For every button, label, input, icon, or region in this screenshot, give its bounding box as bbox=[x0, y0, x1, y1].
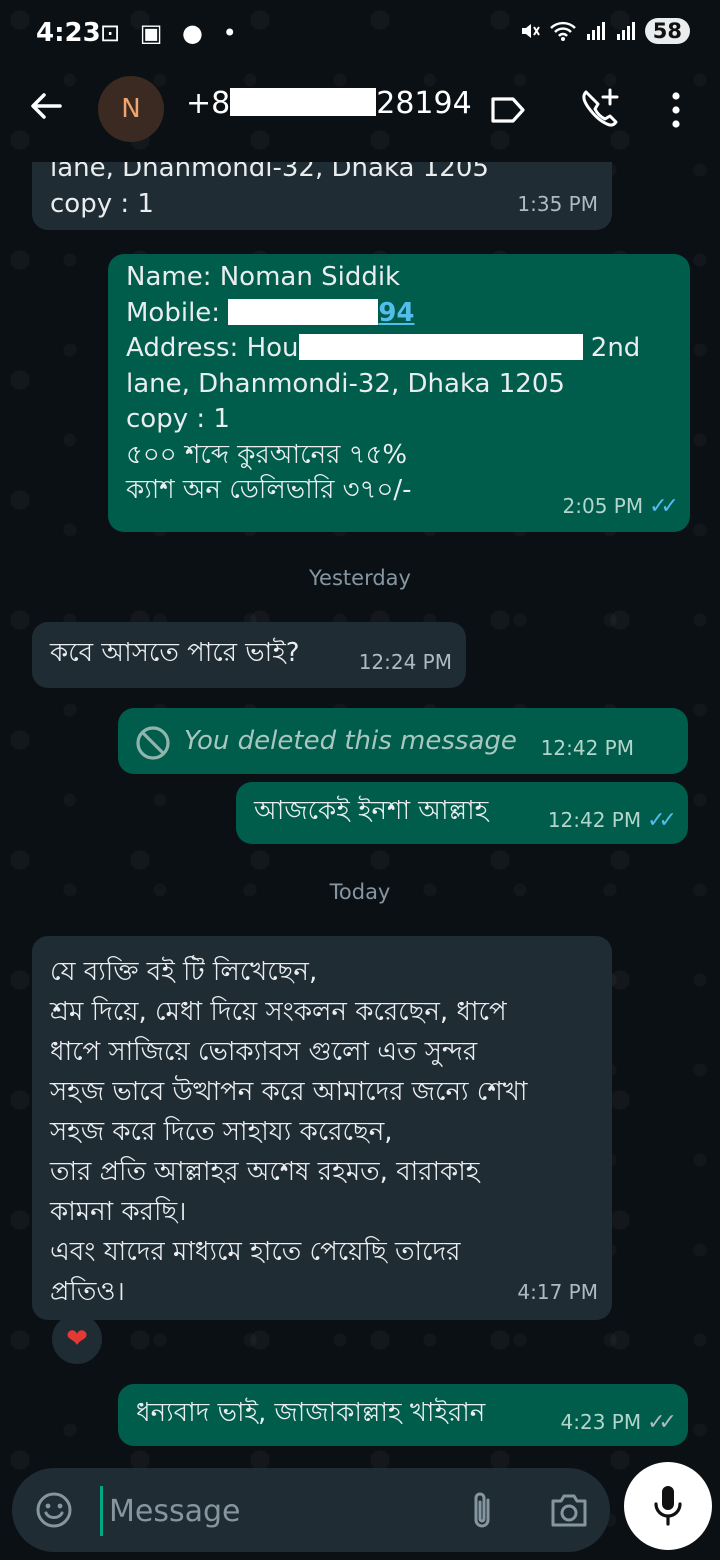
heart-reaction-icon[interactable]: ❤ bbox=[52, 1314, 102, 1364]
camera-icon[interactable] bbox=[548, 1490, 590, 1530]
more-options-icon[interactable] bbox=[664, 88, 688, 132]
message-time: 2:05 PM bbox=[562, 493, 644, 518]
label-tag-icon[interactable] bbox=[488, 90, 528, 130]
message-line: শ্রম দিয়ে, মেধা দিয়ে সংকলন করেছেন, ধাপ… bbox=[50, 997, 507, 1027]
read-ticks-icon: ✓✓ bbox=[647, 807, 677, 833]
message-deleted[interactable]: You deleted this message 12:42 PM bbox=[118, 708, 688, 774]
battery-level: 58 bbox=[644, 18, 690, 44]
notification-icons: ⊡ ▣ ● • bbox=[100, 19, 243, 47]
message-line: ধাপে সাজিয়ে ভোক্যাবস গুলো এত সুন্দর bbox=[50, 1037, 478, 1067]
message-time: 1:35 PM bbox=[517, 191, 598, 216]
read-ticks-icon: ✓✓ bbox=[649, 493, 679, 519]
signal-icon bbox=[586, 22, 605, 40]
status-time: 4:23 bbox=[36, 18, 101, 48]
message-line-address: Address: Hou 2nd bbox=[126, 331, 672, 367]
message-line: তার প্রতি আল্লাহর অশেষ রহমত, বারাকাহ bbox=[50, 1157, 480, 1187]
paperclip-icon[interactable] bbox=[464, 1490, 500, 1532]
contact-prefix: +8 bbox=[186, 86, 231, 121]
date-divider: Yesterday bbox=[309, 566, 411, 590]
mute-icon bbox=[521, 24, 540, 38]
message-time-status: 4:23 PM ✓✓ bbox=[560, 1405, 677, 1441]
message-time: 12:42 PM bbox=[547, 807, 642, 832]
microphone-icon bbox=[654, 1486, 682, 1526]
delivered-ticks-icon: ✓✓ bbox=[647, 1409, 677, 1435]
message-time: 12:42 PM bbox=[540, 735, 634, 760]
message-incoming[interactable]: যে ব্যক্তি বই টি লিখেছেন, শ্রম দিয়ে, মে… bbox=[32, 936, 612, 1320]
wifi-icon bbox=[549, 21, 576, 41]
deleted-block-icon bbox=[136, 726, 170, 760]
microphone-button[interactable] bbox=[624, 1462, 712, 1550]
date-divider: Today bbox=[329, 880, 391, 904]
status-right-icons: 58 bbox=[519, 18, 690, 44]
phone-link[interactable]: 94 bbox=[378, 298, 414, 328]
message-line: প্রতিও। bbox=[50, 1277, 125, 1307]
emoji-icon[interactable] bbox=[34, 1490, 74, 1530]
message-incoming[interactable]: কবে আসতে পারে ভাই? 12:24 PM bbox=[32, 622, 466, 688]
redaction-bar bbox=[230, 88, 377, 116]
contact-suffix: 28194 bbox=[376, 86, 472, 121]
message-line: copy : 1 bbox=[50, 188, 154, 219]
add-call-icon[interactable] bbox=[578, 86, 622, 130]
message-line: এবং যাদের মাধ্যমে হাতে পেয়েছি তাদের bbox=[50, 1237, 461, 1267]
message-line: Name: Noman Siddik bbox=[126, 262, 401, 292]
message-outgoing[interactable]: ধন্যবাদ ভাই, জাজাকাল্লাহ খাইরান 4:23 PM ✓… bbox=[118, 1384, 688, 1446]
message-line: lane, Dhanmondi-32, Dhaka 1205 bbox=[126, 368, 565, 399]
status-bar: 4:23 ⊡ ▣ ● • 58 bbox=[0, 0, 720, 66]
address-tail: 2nd bbox=[590, 333, 641, 363]
message-line: যে ব্যক্তি বই টি লিখেছেন, bbox=[50, 957, 318, 987]
mobile-label: Mobile: bbox=[126, 297, 229, 328]
avatar[interactable]: N bbox=[98, 76, 164, 142]
contact-name[interactable]: +8 28194 bbox=[186, 86, 472, 121]
chat-header: N +8 28194 bbox=[0, 66, 720, 152]
message-line: সহজ ভাবে উত্থাপন করে আমাদের জন্যে শেখা bbox=[50, 1077, 528, 1107]
message-input[interactable] bbox=[100, 1486, 441, 1536]
redaction-bar bbox=[298, 334, 583, 360]
message-outgoing[interactable]: আজকেই ইনশা আল্লাহ 12:42 PM ✓✓ bbox=[236, 782, 688, 844]
message-outgoing[interactable]: Name: Noman Siddik Mobile: 94 Address: H… bbox=[108, 254, 690, 532]
message-time-status: 12:42 PM ✓✓ bbox=[547, 803, 677, 839]
message-time: 12:24 PM bbox=[358, 649, 452, 674]
message-line: ৫০০ শব্দে কুরআনের ৭৫% bbox=[126, 439, 408, 470]
message-line: সহজ করে দিতে সাহায্য করেছেন, bbox=[50, 1117, 393, 1147]
message-line: কামনা করছি। bbox=[50, 1197, 187, 1227]
message-line-mobile: Mobile: 94 bbox=[126, 296, 672, 332]
address-label: Address: Hou bbox=[126, 333, 299, 363]
message-composer bbox=[12, 1468, 610, 1552]
back-arrow-icon[interactable] bbox=[24, 84, 68, 128]
message-time: 4:23 PM bbox=[560, 1409, 642, 1434]
redaction-bar bbox=[228, 298, 379, 325]
message-time-status: 2:05 PM ✓✓ bbox=[562, 489, 679, 525]
deleted-text: You deleted this message bbox=[184, 726, 517, 756]
signal-icon-2 bbox=[616, 22, 635, 40]
message-line: copy : 1 bbox=[126, 404, 230, 434]
message-time: 4:17 PM bbox=[517, 1280, 598, 1304]
chat-wallpaper bbox=[0, 0, 720, 1560]
